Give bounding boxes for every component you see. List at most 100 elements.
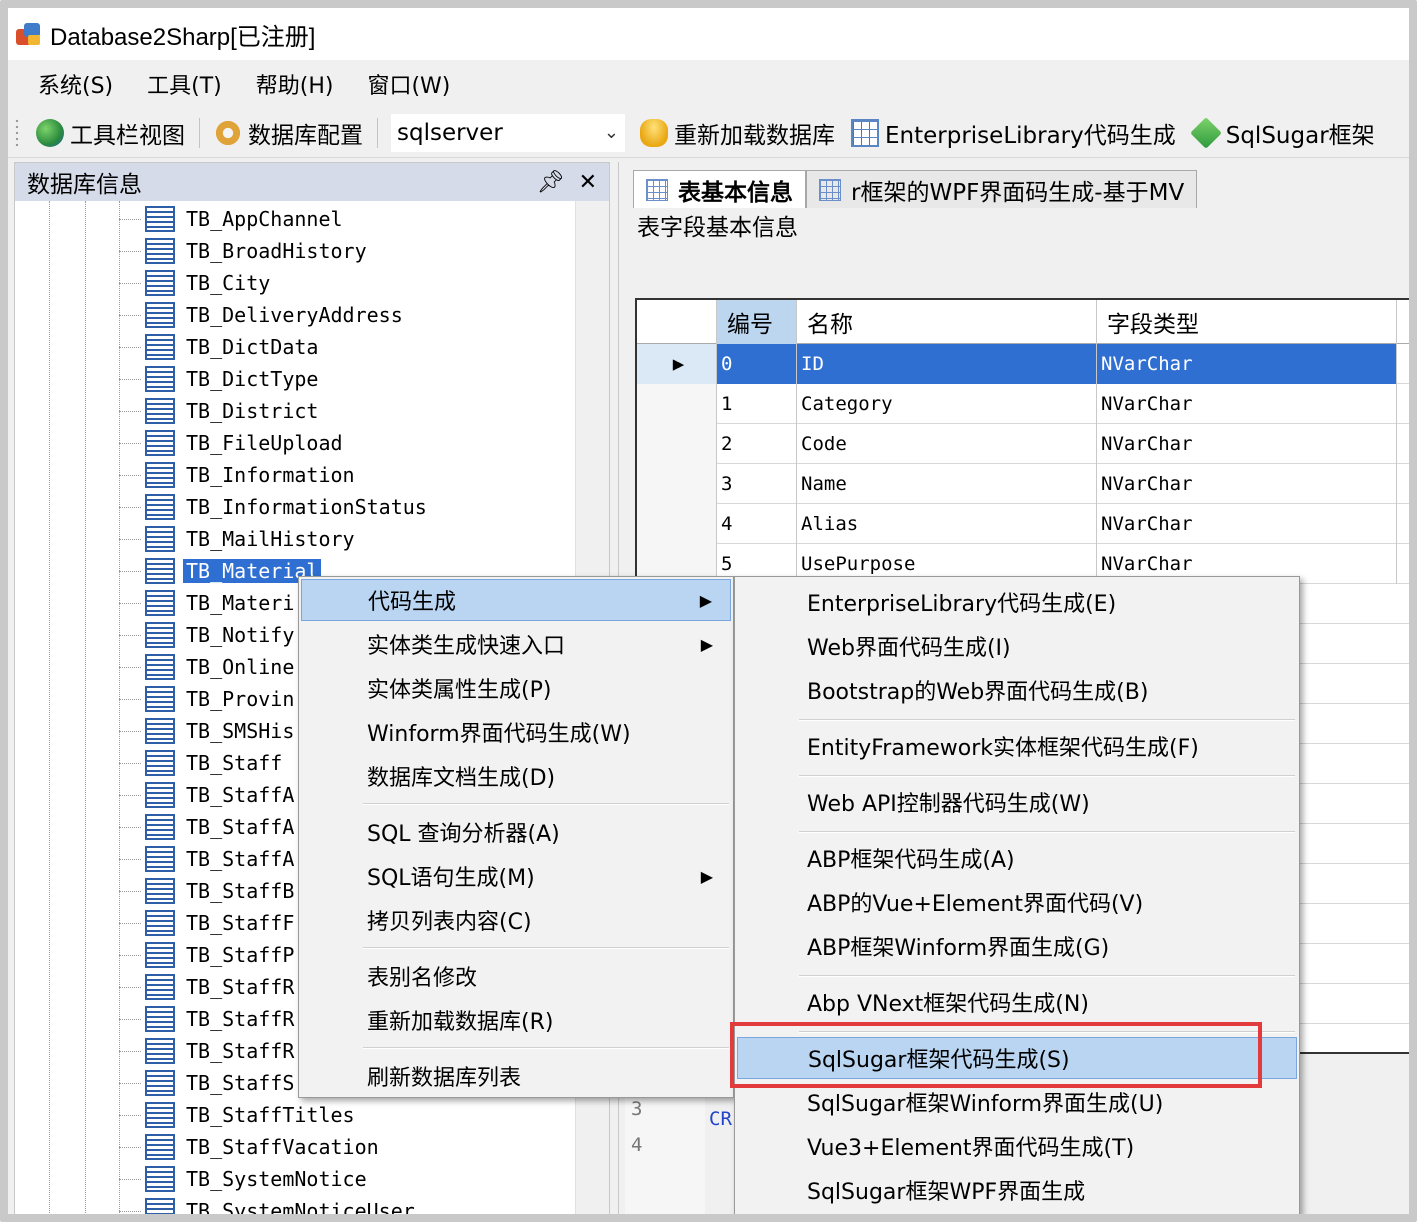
column-header[interactable]: 名称 <box>797 300 1097 344</box>
tree-item[interactable]: TB_DictData <box>119 331 321 363</box>
table-cell[interactable]: ID <box>797 344 1097 384</box>
tree-item[interactable]: TB_StaffP <box>119 939 297 971</box>
pin-icon[interactable]: 📌︎ <box>537 170 565 195</box>
table-row[interactable]: ▶ 0 ID NVarChar <box>637 344 1409 384</box>
submenu-item[interactable]: Web界面代码生成(I) <box>737 625 1297 667</box>
tree-item[interactable]: TB_Online <box>119 651 297 683</box>
tab-table-info[interactable]: 表基本信息 <box>633 170 806 208</box>
table-cell[interactable]: Category <box>797 384 1097 424</box>
tree-item[interactable]: TB_FileUpload <box>119 427 346 459</box>
submenu-item[interactable]: ABP的Vue+Element界面代码(V) <box>737 881 1297 923</box>
table-cell[interactable]: Code <box>797 424 1097 464</box>
menu-window[interactable]: 窗口(W) <box>355 68 472 100</box>
submenu-item[interactable]: EnterpriseLibrary代码生成(E) <box>737 581 1297 623</box>
entlib-codegen-button[interactable]: EnterpriseLibrary代码生成 <box>843 116 1184 150</box>
column-header[interactable]: 编号 <box>717 300 797 344</box>
submenu-item[interactable]: EntityFramework实体框架代码生成(F) <box>737 725 1297 767</box>
table-row[interactable]: 3 Name NVarChar <box>637 464 1409 504</box>
submenu-item[interactable]: SqlSugar框架WPF界面生成 <box>737 1169 1297 1211</box>
tree-item[interactable]: TB_StaffTitles <box>119 1099 358 1131</box>
menu-help[interactable]: 帮助(H) <box>244 68 356 100</box>
table-cell[interactable]: NVarChar <box>1097 424 1397 464</box>
submenu-item[interactable]: ABP框架Winform界面生成(G) <box>737 925 1297 967</box>
submenu-item[interactable]: Vue3+Element界面代码生成(T) <box>737 1125 1297 1167</box>
tree-item[interactable]: TB_StaffR <box>119 1003 297 1035</box>
row-header[interactable] <box>637 424 717 464</box>
toolbar-grip-icon[interactable] <box>14 117 20 148</box>
context-menu-item[interactable]: 表别名修改 <box>301 955 731 997</box>
context-menu-item[interactable]: Winform界面代码生成(W) <box>301 711 731 753</box>
tree-item[interactable]: TB_AppChannel <box>119 203 346 235</box>
tree-item[interactable]: TB_InformationStatus <box>119 491 430 523</box>
context-menu-item[interactable]: 实体类属性生成(P) <box>301 667 731 709</box>
table-cell[interactable]: 3 <box>717 464 797 504</box>
context-menu-item[interactable]: SQL语句生成(M) ▶ <box>301 855 731 897</box>
context-menu-item[interactable]: SQL 查询分析器(A) <box>301 811 731 853</box>
tree-item[interactable]: TB_Material <box>119 555 322 587</box>
submenu-item[interactable]: Web API控制器代码生成(W) <box>737 781 1297 823</box>
table-cell[interactable]: NVarChar <box>1097 384 1397 424</box>
table-cell[interactable]: Name <box>797 464 1097 504</box>
row-header[interactable] <box>637 384 717 424</box>
context-menu-item[interactable]: 实体类生成快速入口 ▶ <box>301 623 731 665</box>
submenu-item[interactable]: Bootstrap的Web界面代码生成(B) <box>737 669 1297 711</box>
table-row[interactable]: 1 Category NVarChar <box>637 384 1409 424</box>
tree-item[interactable]: TB_MailHistory <box>119 523 358 555</box>
tree-item[interactable]: TB_StaffA <box>119 779 297 811</box>
table-row[interactable]: 2 Code NVarChar <box>637 424 1409 464</box>
db-type-select[interactable]: sqlserver ⌄ <box>390 112 626 153</box>
tree-item[interactable]: TB_District <box>119 395 321 427</box>
tree-item[interactable]: TB_StaffVacation <box>119 1131 382 1163</box>
tree-item[interactable]: TB_BroadHistory <box>119 235 370 267</box>
tree-item[interactable]: TB_StaffF <box>119 907 297 939</box>
table-cell[interactable]: NVarChar <box>1097 504 1397 544</box>
tree-item[interactable]: TB_StaffR <box>119 1035 297 1067</box>
table-cell[interactable]: 0 <box>717 344 797 384</box>
tree-item[interactable]: TB_Information <box>119 459 358 491</box>
toolbar-view-button[interactable]: 工具栏视图 <box>28 116 193 150</box>
sqlsugar-button[interactable]: SqlSugar框架 <box>1184 116 1383 150</box>
menu-tools[interactable]: 工具(T) <box>135 68 244 100</box>
table-cell[interactable]: 2 <box>717 424 797 464</box>
current-row-arrow-icon[interactable]: ▶ <box>637 344 717 384</box>
tree-item[interactable]: TB_StaffA <box>119 843 297 875</box>
tree-item[interactable]: TB_SystemNoticeUser <box>119 1195 418 1214</box>
context-menu-item[interactable]: 重新加载数据库(R) <box>301 999 731 1041</box>
table-row[interactable]: 4 Alias NVarChar <box>637 504 1409 544</box>
tab-wpf-codegen[interactable]: r框架的WPF界面码生成-基于MV <box>806 170 1198 208</box>
menu-system[interactable]: 系统(S) <box>26 68 135 100</box>
table-cell[interactable]: 1 <box>717 384 797 424</box>
submenu-item[interactable]: ABP框架代码生成(A) <box>737 837 1297 879</box>
row-header[interactable] <box>637 464 717 504</box>
tree-item-label: TB_StaffR <box>186 975 295 999</box>
row-header[interactable] <box>637 504 717 544</box>
tree-item[interactable]: TB_Provin <box>119 683 297 715</box>
table-icon <box>145 270 175 296</box>
tree-item[interactable]: TB_StaffR <box>119 971 297 1003</box>
tree-item[interactable]: TB_StaffB <box>119 875 297 907</box>
tree-item[interactable]: TB_SMSHis <box>119 715 297 747</box>
db-config-button[interactable]: 数据库配置 <box>206 116 371 150</box>
context-menu-item[interactable]: 数据库文档生成(D) <box>301 755 731 797</box>
tree-item[interactable]: TB_DictType <box>119 363 321 395</box>
submenu-item[interactable]: Abp VNext框架代码生成(N) <box>737 981 1297 1023</box>
tree-item[interactable]: TB_StaffA <box>119 811 297 843</box>
tree-item[interactable]: TB_Materi <box>119 587 297 619</box>
tree-item[interactable]: TB_DeliveryAddress <box>119 299 406 331</box>
tree-item[interactable]: TB_StaffS <box>119 1067 297 1099</box>
tree-item[interactable]: TB_Staff <box>119 747 285 779</box>
column-header[interactable]: 字段类型 <box>1097 300 1397 344</box>
tree-item[interactable]: TB_City <box>119 267 273 299</box>
context-menu-item[interactable]: 代码生成 ▶ <box>301 579 731 621</box>
table-cell[interactable]: NVarChar <box>1097 344 1397 384</box>
table-cell[interactable]: Alias <box>797 504 1097 544</box>
tree-item[interactable]: TB_SystemNotice <box>119 1163 370 1195</box>
close-icon[interactable]: ✕ <box>579 170 597 195</box>
table-cell[interactable]: 4 <box>717 504 797 544</box>
context-menu-item[interactable]: 刷新数据库列表 <box>301 1055 731 1097</box>
context-menu-item[interactable]: 拷贝列表内容(C) <box>301 899 731 941</box>
table-cell[interactable]: NVarChar <box>1097 464 1397 504</box>
reload-db-button[interactable]: 重新加载数据库 <box>632 116 843 150</box>
db-config-label: 数据库配置 <box>248 122 363 149</box>
tree-item[interactable]: TB_Notify <box>119 619 297 651</box>
